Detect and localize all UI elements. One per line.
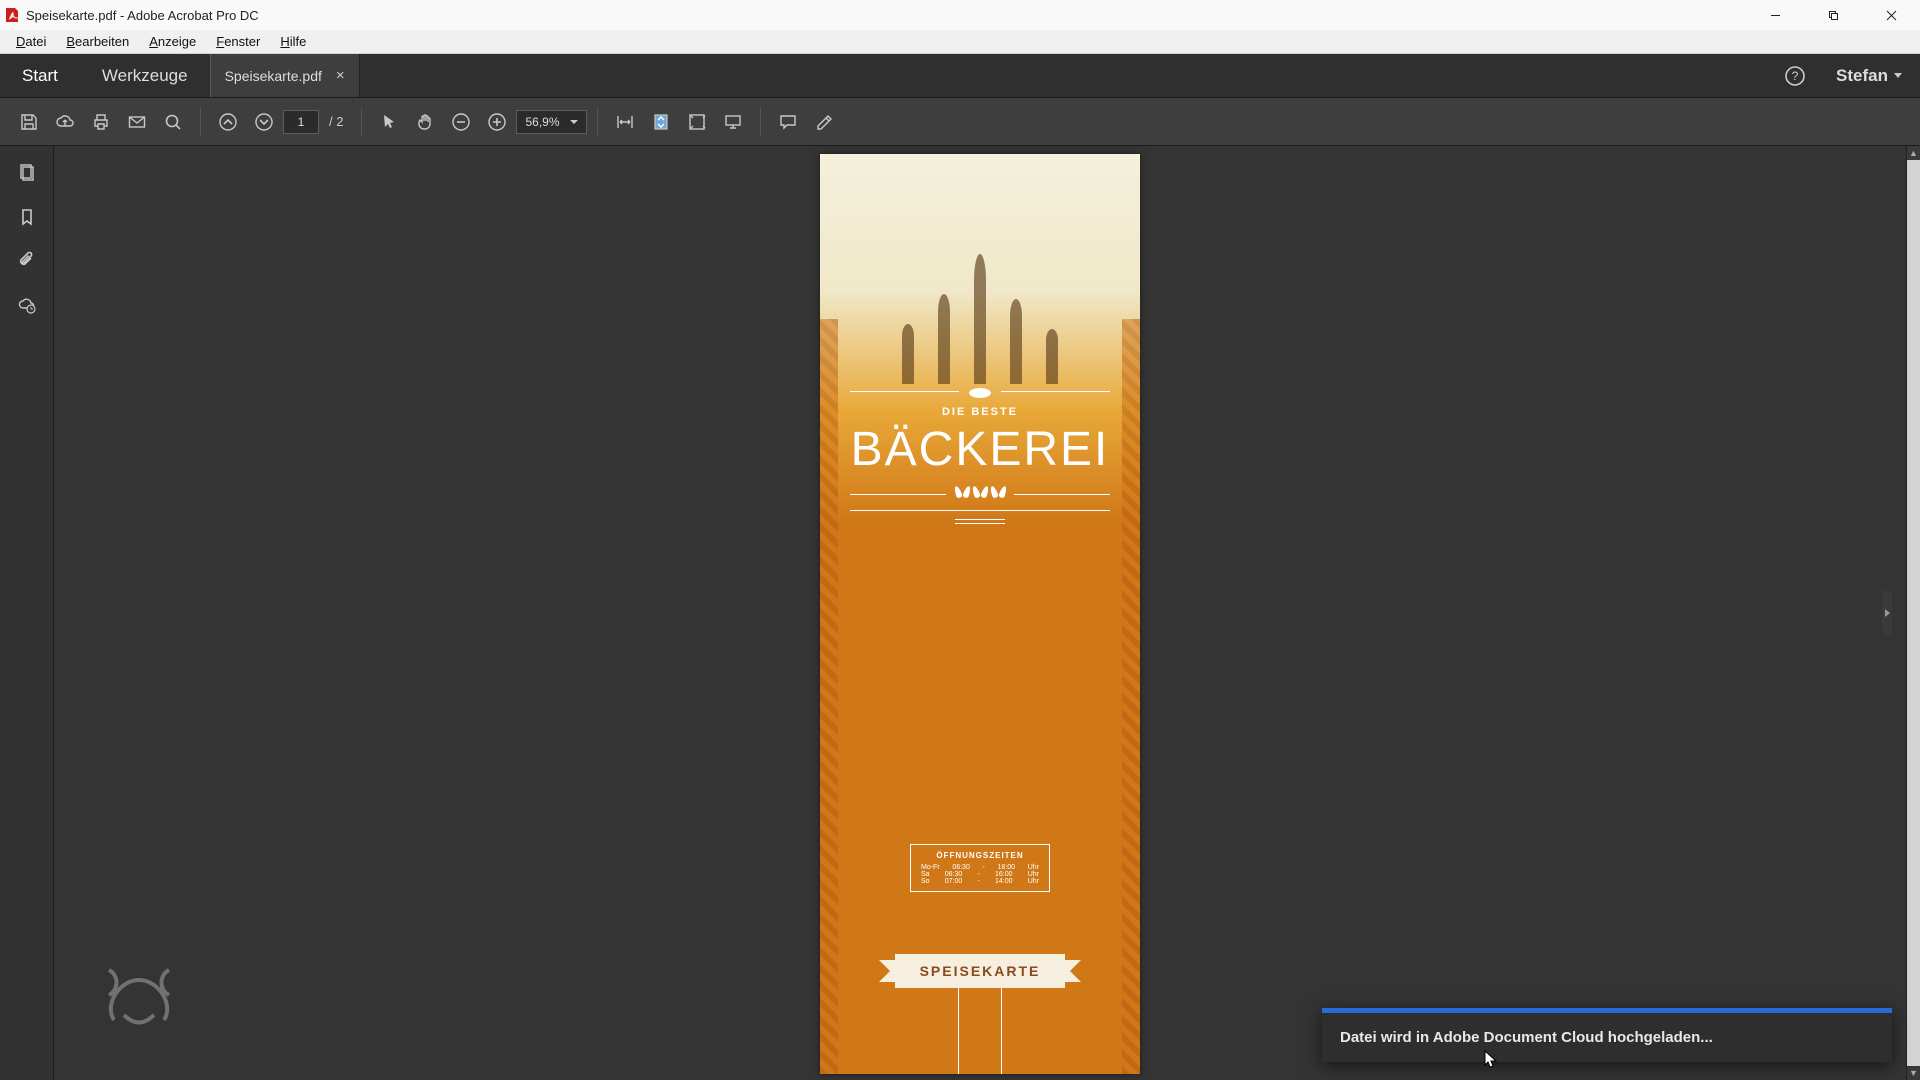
tab-tools[interactable]: Werkzeuge xyxy=(80,54,210,97)
attachments-icon[interactable] xyxy=(15,249,39,273)
menu-ribbon: SPEISEKARTE xyxy=(895,954,1065,988)
document-title: BÄCKEREI xyxy=(820,426,1140,474)
upload-toast: Datei wird in Adobe Document Cloud hochg… xyxy=(1322,1008,1892,1062)
upload-status-text: Datei wird in Adobe Document Cloud hochg… xyxy=(1322,1013,1892,1062)
tab-start[interactable]: Start xyxy=(0,54,80,97)
svg-text:?: ? xyxy=(1792,69,1799,83)
search-icon[interactable] xyxy=(156,105,190,139)
chevron-down-icon xyxy=(1894,73,1902,78)
user-menu[interactable]: Stefan xyxy=(1818,54,1920,97)
menu-anzeige[interactable]: Anzeige xyxy=(139,32,206,51)
save-icon[interactable] xyxy=(12,105,46,139)
document-header: DIE BESTE BÄCKEREI xyxy=(820,384,1140,532)
zoom-out-icon[interactable] xyxy=(444,105,478,139)
document-tab-label: Speisekarte.pdf xyxy=(225,68,322,84)
page-number-input[interactable] xyxy=(283,110,319,134)
wheat-illustration xyxy=(820,204,1140,384)
bookmarks-icon[interactable] xyxy=(15,205,39,229)
scroll-up-icon[interactable]: ▲ xyxy=(1907,146,1920,160)
zoom-in-icon[interactable] xyxy=(480,105,514,139)
fit-visible-icon[interactable] xyxy=(680,105,714,139)
document-subtitle: DIE BESTE xyxy=(820,406,1140,418)
menu-bar: Datei Bearbeiten Anzeige Fenster Hilfe xyxy=(0,30,1920,54)
maximize-button[interactable] xyxy=(1804,0,1862,30)
page-total-label: / 2 xyxy=(329,114,343,129)
vertical-scrollbar[interactable]: ▲ ▼ xyxy=(1906,146,1920,1080)
help-icon[interactable]: ? xyxy=(1772,54,1818,97)
mail-icon[interactable] xyxy=(120,105,154,139)
navigation-pane xyxy=(0,146,54,1080)
opening-hours-box: ÖFFNUNGSZEITEN Mo-Fr06:30-18:00Uhr Sa06:… xyxy=(910,844,1050,892)
minimize-button[interactable] xyxy=(1746,0,1804,30)
pdf-page-1: DIE BESTE BÄCKEREI ÖFFNUNGSZEITEN Mo-Fr0… xyxy=(820,154,1140,1074)
zoom-level-label: 56,9% xyxy=(525,115,559,129)
scroll-down-icon[interactable]: ▼ xyxy=(1907,1066,1920,1080)
page-up-icon[interactable] xyxy=(211,105,245,139)
menu-fenster[interactable]: Fenster xyxy=(206,32,270,51)
select-tool-icon[interactable] xyxy=(372,105,406,139)
read-mode-icon[interactable] xyxy=(716,105,750,139)
menu-datei[interactable]: Datei xyxy=(6,32,56,51)
close-tab-icon[interactable]: × xyxy=(336,67,345,84)
hand-tool-icon[interactable] xyxy=(408,105,442,139)
main-toolbar: / 2 56,9% xyxy=(0,98,1920,146)
cloud-status-icon[interactable] xyxy=(15,293,39,317)
tools-pane-expand-handle[interactable] xyxy=(1882,591,1892,635)
work-area: DIE BESTE BÄCKEREI ÖFFNUNGSZEITEN Mo-Fr0… xyxy=(0,146,1920,1080)
document-viewport[interactable]: DIE BESTE BÄCKEREI ÖFFNUNGSZEITEN Mo-Fr0… xyxy=(54,146,1906,1080)
zoom-level-dropdown[interactable]: 56,9% xyxy=(516,110,586,134)
hours-row: Mo-Fr06:30-18:00Uhr xyxy=(917,864,1043,871)
fit-width-icon[interactable] xyxy=(608,105,642,139)
thumbnails-icon[interactable] xyxy=(15,161,39,185)
mouse-cursor xyxy=(1484,1050,1498,1070)
bread-icon xyxy=(967,384,993,398)
cloud-icon[interactable] xyxy=(48,105,82,139)
print-icon[interactable] xyxy=(84,105,118,139)
acrobat-app-icon xyxy=(4,7,20,23)
hours-row: Sa06:30-16:00Uhr xyxy=(917,871,1043,878)
window-titlebar: Speisekarte.pdf - Adobe Acrobat Pro DC xyxy=(0,0,1920,30)
comment-icon[interactable] xyxy=(771,105,805,139)
menu-hilfe[interactable]: Hilfe xyxy=(270,32,316,51)
document-tab[interactable]: Speisekarte.pdf × xyxy=(210,54,360,97)
chevron-down-icon xyxy=(570,120,578,124)
user-name: Stefan xyxy=(1836,66,1888,86)
close-button[interactable] xyxy=(1862,0,1920,30)
menu-bearbeiten[interactable]: Bearbeiten xyxy=(56,32,139,51)
tab-strip: Start Werkzeuge Speisekarte.pdf × ? Stef… xyxy=(0,54,1920,98)
watermark-icon xyxy=(94,960,184,1040)
scrollbar-track[interactable] xyxy=(1907,160,1920,1066)
ribbon-stems xyxy=(940,988,1020,1074)
page-down-icon[interactable] xyxy=(247,105,281,139)
wheat-ornament-icon xyxy=(950,486,1010,502)
opening-hours-title: ÖFFNUNGSZEITEN xyxy=(917,851,1043,860)
highlight-icon[interactable] xyxy=(807,105,841,139)
fit-page-icon[interactable] xyxy=(644,105,678,139)
window-title: Speisekarte.pdf - Adobe Acrobat Pro DC xyxy=(26,8,259,23)
hours-row: So07:00-14:00Uhr xyxy=(917,878,1043,885)
